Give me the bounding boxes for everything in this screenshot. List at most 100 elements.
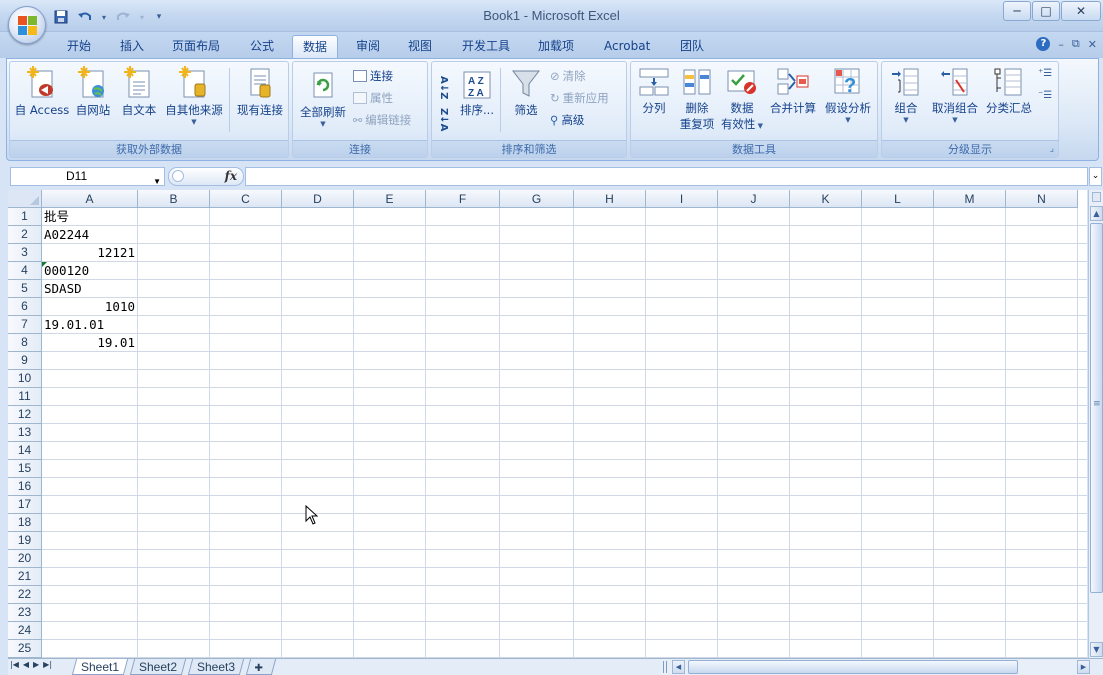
group-button[interactable]: 组合 ▼ (886, 66, 926, 124)
horizontal-scrollbar[interactable]: ◀ ▶ (660, 660, 1090, 675)
cell-a3[interactable]: 12121 (42, 244, 138, 262)
column-header-a[interactable]: A (42, 190, 138, 208)
column-header-l[interactable]: L (862, 190, 934, 208)
row-header-13[interactable]: 13 (8, 424, 42, 442)
tab-review[interactable]: 审阅 (346, 35, 390, 58)
row-header-24[interactable]: 24 (8, 622, 42, 640)
tab-developer[interactable]: 开发工具 (452, 35, 520, 58)
row-header-10[interactable]: 10 (8, 370, 42, 388)
column-header-n[interactable]: N (1006, 190, 1078, 208)
name-box[interactable]: D11 ▼ (10, 167, 165, 186)
row-header-25[interactable]: 25 (8, 640, 42, 658)
row-header-20[interactable]: 20 (8, 550, 42, 568)
help-icon[interactable]: ? (1036, 37, 1051, 51)
row-header-19[interactable]: 19 (8, 532, 42, 550)
mdi-close-button[interactable]: ✕ (1088, 38, 1097, 51)
row-header-11[interactable]: 11 (8, 388, 42, 406)
cell-a8[interactable]: 19.01 (42, 334, 138, 352)
row-header-18[interactable]: 18 (8, 514, 42, 532)
hide-detail-button[interactable]: ⁻☰ (1038, 90, 1052, 101)
tab-view[interactable]: 视图 (398, 35, 442, 58)
tab-home[interactable]: 开始 (57, 35, 101, 58)
row-header-7[interactable]: 7 (8, 316, 42, 334)
scroll-down-arrow-icon[interactable]: ▼ (1090, 642, 1103, 657)
refresh-all-button[interactable]: 全部刷新 ▼ (295, 70, 351, 128)
maximize-button[interactable]: □ (1032, 1, 1060, 21)
from-text-button[interactable]: 自文本 (116, 66, 162, 118)
insert-sheet-button[interactable]: ✚ (245, 659, 277, 675)
row-header-17[interactable]: 17 (8, 496, 42, 514)
remove-duplicates-button[interactable]: 删除 重复项 (675, 66, 719, 132)
sort-ascending-button[interactable]: A↓Z (438, 76, 449, 99)
column-header-m[interactable]: M (934, 190, 1006, 208)
scroll-up-arrow-icon[interactable]: ▲ (1090, 206, 1103, 221)
row-header-14[interactable]: 14 (8, 442, 42, 460)
vertical-scroll-thumb[interactable] (1090, 223, 1103, 593)
reapply-button[interactable]: ↻ 重新应用 (550, 90, 609, 106)
scroll-left-arrow-icon[interactable]: ◀ (672, 660, 685, 674)
connections-button[interactable]: 连接 (353, 68, 393, 84)
subtotal-button[interactable]: 分类汇总 (982, 66, 1036, 116)
sort-button[interactable]: A ZZ A 排序... (460, 70, 494, 118)
cell-a1[interactable]: 批号 (42, 208, 138, 226)
tab-split-handle[interactable] (663, 661, 667, 673)
row-header-2[interactable]: 2 (8, 226, 42, 244)
clear-filter-button[interactable]: ⊘ 清除 (550, 68, 586, 84)
column-header-h[interactable]: H (574, 190, 646, 208)
tab-acrobat[interactable]: Acrobat (594, 35, 660, 58)
row-header-21[interactable]: 21 (8, 568, 42, 586)
tab-page-layout[interactable]: 页面布局 (162, 35, 230, 58)
sheet-tab-sheet3[interactable]: Sheet3 (187, 659, 245, 675)
data-validation-button[interactable]: 数据 有效性 ▼ (719, 66, 765, 134)
row-header-22[interactable]: 22 (8, 586, 42, 604)
tab-data[interactable]: 数据 (292, 35, 339, 58)
consolidate-button[interactable]: 合并计算 (767, 66, 819, 116)
advanced-filter-button[interactable]: ⚲ 高级 (550, 112, 584, 128)
prev-sheet-icon[interactable]: ◀ (23, 660, 29, 669)
column-header-c[interactable]: C (210, 190, 282, 208)
sheet-tab-sheet1[interactable]: Sheet1 (71, 659, 129, 675)
row-header-6[interactable]: 6 (8, 298, 42, 316)
expand-formula-bar-button[interactable]: ⌄ (1089, 167, 1102, 186)
first-sheet-icon[interactable]: |◀ (10, 660, 19, 669)
existing-connections-button[interactable]: 现有连接 (232, 66, 288, 118)
row-header-8[interactable]: 8 (8, 334, 42, 352)
row-header-16[interactable]: 16 (8, 478, 42, 496)
row-header-15[interactable]: 15 (8, 460, 42, 478)
cell-a5[interactable]: SDASD (42, 280, 138, 298)
tab-addins[interactable]: 加载项 (528, 35, 584, 58)
from-access-button[interactable]: 自 Access (14, 66, 70, 118)
cell-a7[interactable]: 19.01.01 (42, 316, 138, 334)
mdi-minimize-button[interactable]: – (1058, 38, 1064, 51)
text-to-columns-button[interactable]: 分列 (633, 66, 675, 116)
properties-button[interactable]: 属性 (353, 90, 393, 106)
worksheet-grid[interactable]: ABCDEFGHIJKLMN 1 2 3 4 5 6 7 8 9 10 11 12 13 14 15 16 17… (8, 190, 1087, 658)
row-header-9[interactable]: 9 (8, 352, 42, 370)
vertical-scrollbar[interactable]: ▲ ▼ (1088, 190, 1103, 658)
tab-team[interactable]: 团队 (670, 35, 714, 58)
scroll-right-arrow-icon[interactable]: ▶ (1077, 660, 1090, 674)
column-header-g[interactable]: G (500, 190, 574, 208)
from-other-sources-button[interactable]: 自其他来源 ▼ (162, 66, 226, 126)
ungroup-button[interactable]: 取消组合 ▼ (928, 66, 982, 124)
horizontal-scroll-thumb[interactable] (688, 660, 1018, 674)
cell-a2[interactable]: A02244 (42, 226, 138, 244)
close-button[interactable]: ✕ (1061, 1, 1101, 21)
from-web-button[interactable]: 自网站 (70, 66, 116, 118)
tab-insert[interactable]: 插入 (110, 35, 154, 58)
column-header-e[interactable]: E (354, 190, 426, 208)
error-indicator-icon[interactable] (42, 262, 47, 267)
next-sheet-icon[interactable]: ▶ (33, 660, 39, 669)
column-header-k[interactable]: K (790, 190, 862, 208)
split-box[interactable] (1092, 192, 1101, 202)
sheet-tab-sheet2[interactable]: Sheet2 (129, 659, 187, 675)
last-sheet-icon[interactable]: ▶| (43, 660, 52, 669)
show-detail-button[interactable]: ⁺☰ (1038, 68, 1052, 79)
row-header-23[interactable]: 23 (8, 604, 42, 622)
column-header-b[interactable]: B (138, 190, 210, 208)
row-header-5[interactable]: 5 (8, 280, 42, 298)
what-if-analysis-button[interactable]: ? 假设分析 ▼ (821, 66, 875, 124)
row-header-3[interactable]: 3 (8, 244, 42, 262)
name-box-dropdown-icon[interactable]: ▼ (153, 173, 161, 190)
mdi-restore-button[interactable]: ⧉ (1072, 37, 1080, 51)
